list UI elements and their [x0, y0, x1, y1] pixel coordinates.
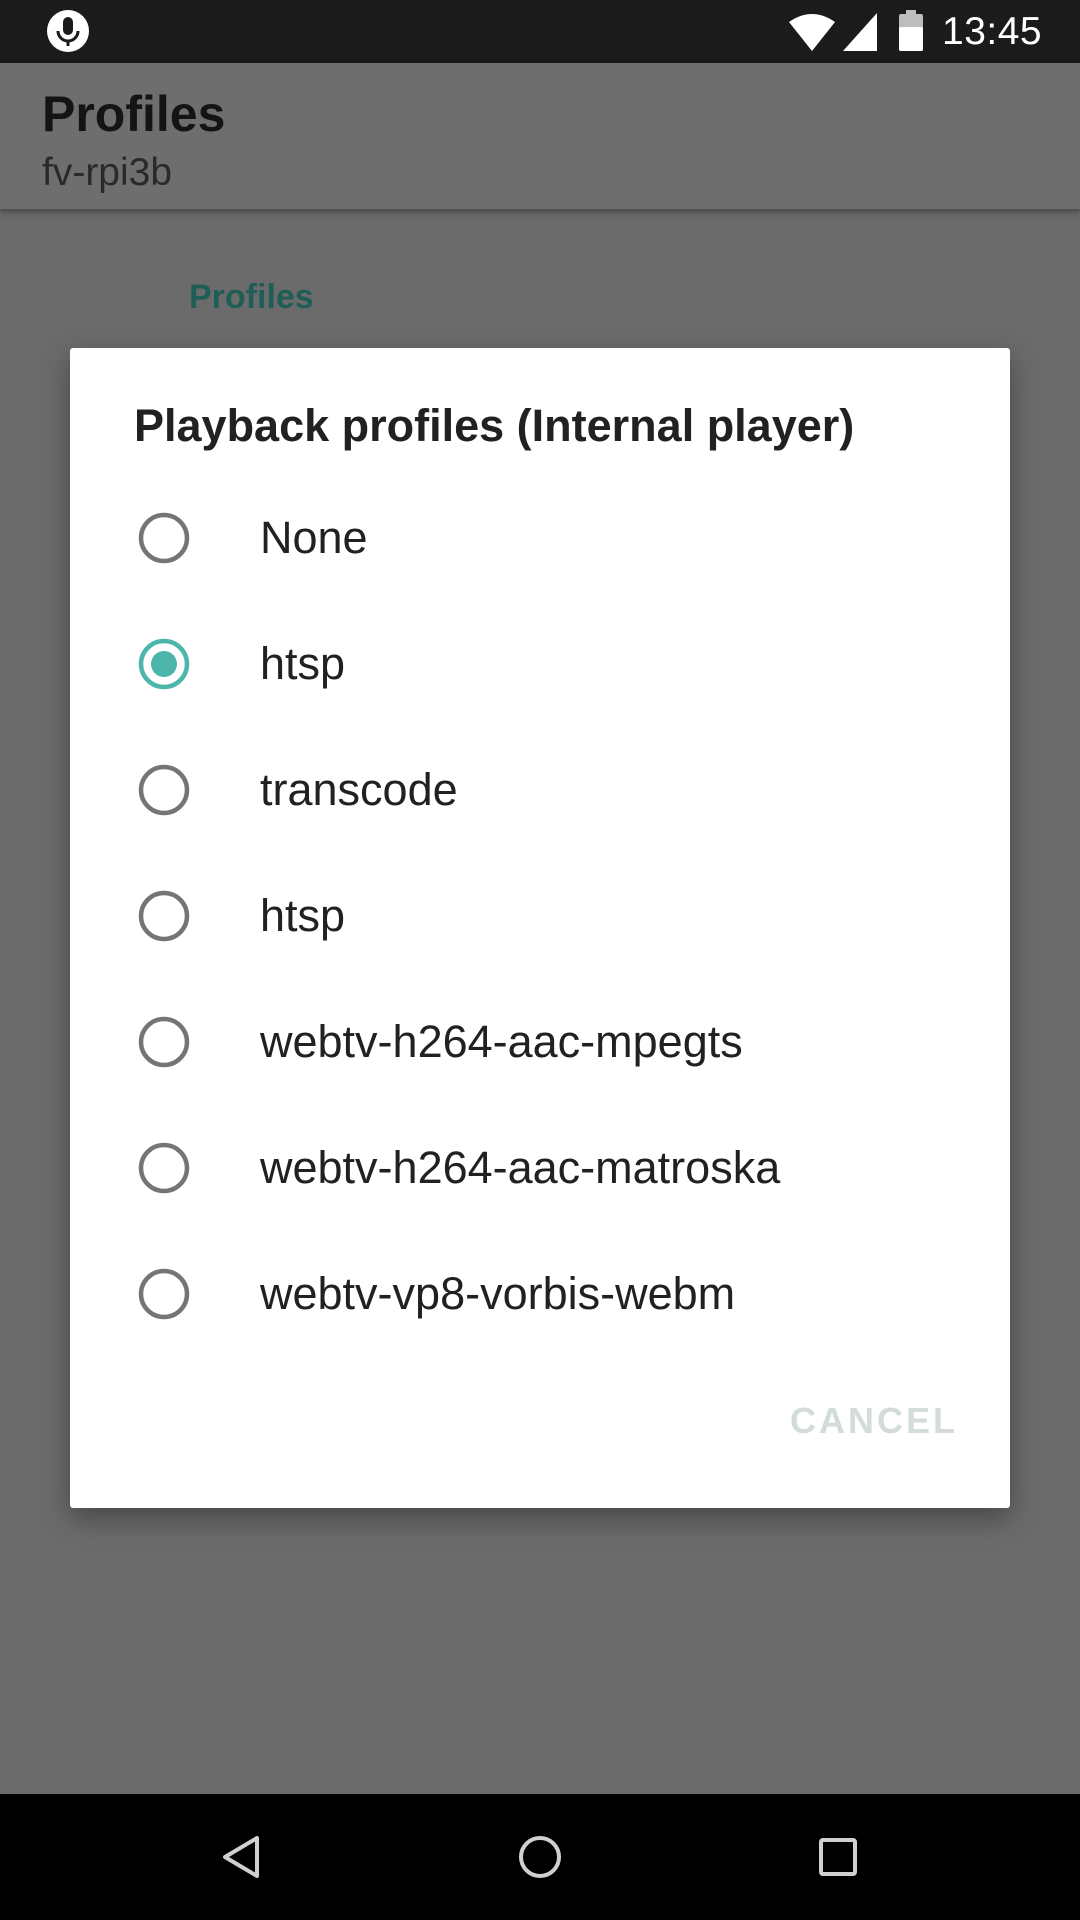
wifi-icon: [789, 14, 835, 51]
option-label: webtv-h264-aac-mpegts: [260, 1016, 743, 1067]
radio-unchecked-icon[interactable]: [138, 512, 190, 564]
option-label: htsp: [260, 890, 346, 941]
radio-unchecked-icon[interactable]: [138, 1268, 190, 1320]
radio-unchecked-icon[interactable]: [138, 890, 190, 942]
back-icon[interactable]: [217, 1832, 267, 1882]
radio-checked-icon[interactable]: [138, 638, 190, 690]
option-webtv-h264-aac-mpegts[interactable]: webtv-h264-aac-mpegts: [70, 979, 1010, 1105]
profiles-dialog: Playback profiles (Internal player) None…: [70, 348, 1010, 1508]
option-label: webtv-h264-aac-matroska: [260, 1142, 781, 1193]
option-webtv-vp8-vorbis-webm[interactable]: webtv-vp8-vorbis-webm: [70, 1231, 1010, 1357]
option-label: webtv-vp8-vorbis-webm: [260, 1268, 736, 1319]
page-subtitle: fv-rpi3b: [42, 151, 173, 194]
section-header: Profiles: [189, 278, 314, 316]
option-htsp[interactable]: htsp: [70, 601, 1010, 727]
option-webtv-h264-aac-matroska[interactable]: webtv-h264-aac-matroska: [70, 1105, 1010, 1231]
status-clock: 13:45: [942, 10, 1043, 53]
status-bar: 13:45: [0, 0, 1080, 63]
option-label: transcode: [260, 764, 458, 815]
app-bar: Profiles fv-rpi3b: [0, 63, 1080, 209]
option-none[interactable]: None: [70, 475, 1010, 601]
home-icon[interactable]: [515, 1832, 565, 1882]
radio-unchecked-icon[interactable]: [138, 1142, 190, 1194]
option-label: None: [260, 512, 368, 563]
radio-unchecked-icon[interactable]: [138, 1016, 190, 1068]
battery-icon: [899, 10, 923, 51]
dialog-title: Playback profiles (Internal player): [134, 400, 855, 451]
mic-icon: [47, 10, 89, 52]
radio-unchecked-icon[interactable]: [138, 764, 190, 816]
option-label: htsp: [260, 638, 346, 689]
recents-icon[interactable]: [813, 1832, 863, 1882]
option-htsp-2[interactable]: htsp: [70, 853, 1010, 979]
option-transcode[interactable]: transcode: [70, 727, 1010, 853]
signal-icon: [843, 13, 877, 51]
page-title: Profiles: [42, 86, 226, 142]
cancel-button[interactable]: CANCEL: [790, 1400, 958, 1442]
navigation-bar: [0, 1794, 1080, 1920]
